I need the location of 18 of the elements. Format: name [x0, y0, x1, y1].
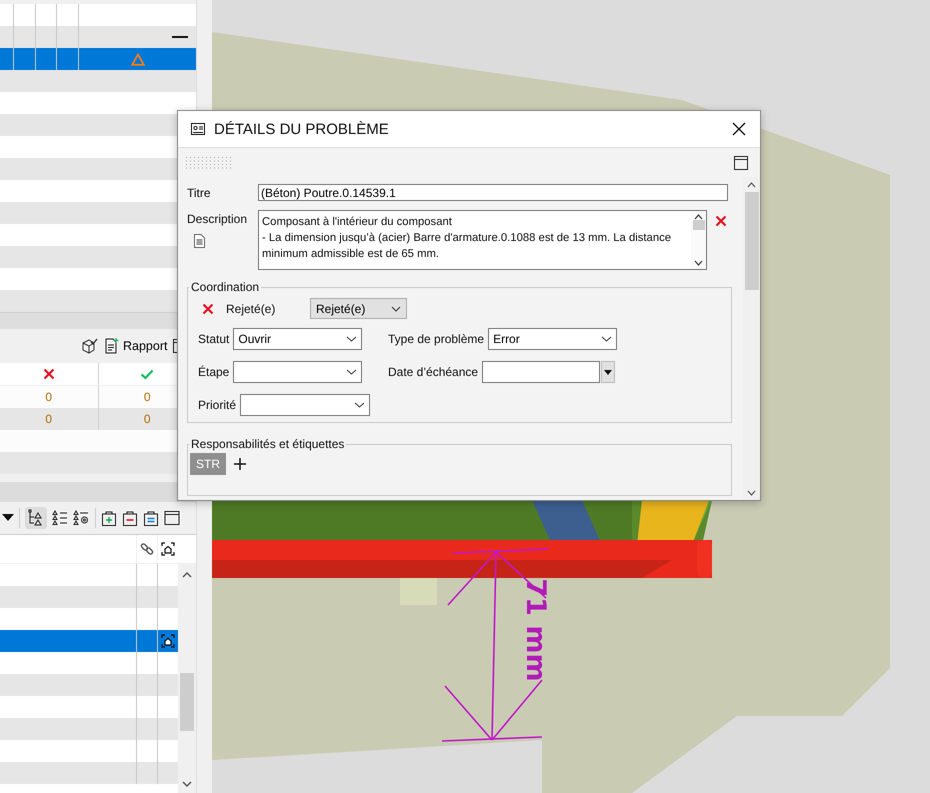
- field-label: Priorité: [198, 398, 236, 412]
- status-label: Rejeté(e): [226, 302, 276, 316]
- dimension-label: 71 mm: [520, 578, 551, 682]
- field-label: Date d’échéance: [388, 365, 478, 379]
- field-label: Titre: [187, 186, 212, 200]
- field-label: Statut: [198, 332, 230, 346]
- count-value: 0: [45, 390, 52, 404]
- field-label: Type de problème: [388, 332, 484, 346]
- description-text: - La dimension jusqu’à (acier) Barre d'armature.0.1088 est de 13 mm. La distance minimum admissible est de 65 mm.: [262, 231, 672, 262]
- field-label: Description: [187, 212, 248, 226]
- group-title: Responsabilités et étiquettes: [190, 437, 346, 451]
- description-text: Composant à l'intérieur du composant: [262, 215, 453, 230]
- count-value: 0: [45, 412, 52, 426]
- count-value: 0: [144, 390, 151, 404]
- group-title: Coordination: [190, 280, 260, 294]
- field-label: Étape: [198, 365, 230, 379]
- count-value: 0: [144, 412, 151, 426]
- dialog-title: DÉTAILS DU PROBLÈME: [214, 120, 390, 138]
